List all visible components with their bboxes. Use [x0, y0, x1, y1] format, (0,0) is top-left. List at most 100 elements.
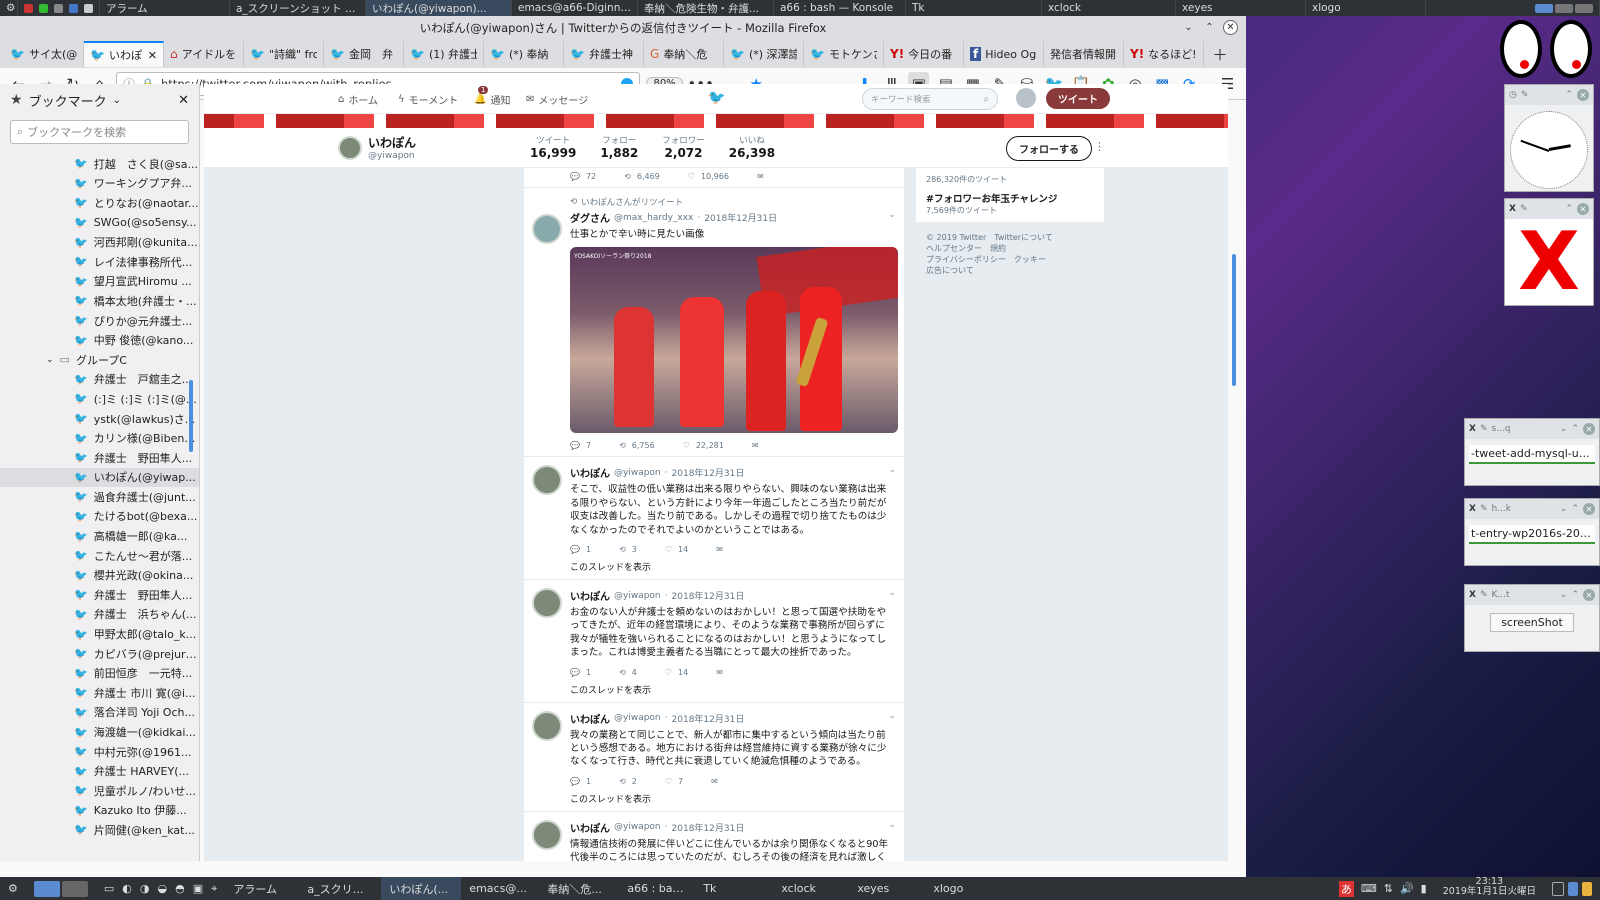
bookmark-item[interactable]: 🐦 過食弁護士(@junt...	[0, 487, 199, 507]
bookmark-item[interactable]: 🐦 弁護士 野田隼人...	[0, 585, 199, 605]
maximize-icon[interactable]: ⌃	[1565, 90, 1573, 100]
bookmark-item[interactable]: 🐦 高橋雄一郎(@ka...	[0, 526, 199, 546]
top-task-5[interactable]: a66 : bash — Konsole	[774, 0, 906, 16]
tweet-avatar[interactable]	[532, 588, 562, 619]
tab-9[interactable]: 🐦 (*) 深澤諒	[724, 41, 804, 67]
task-7[interactable]: xclock	[773, 877, 849, 900]
tab-10[interactable]: 🐦モトケンさ	[804, 41, 884, 67]
browser-icon[interactable]: ◑	[140, 882, 150, 895]
tk-titlebar[interactable]: X ✎ K...t ⌄ ⌃ ✕	[1465, 585, 1599, 605]
bookmark-item[interactable]: 🐦 櫻井光政(@okina...	[0, 565, 199, 585]
retweet-button[interactable]: ⟲ 2	[619, 777, 637, 786]
bookmark-item[interactable]: 🐦 カピバラ(@prejuri...	[0, 644, 199, 664]
tweet[interactable]: ⌄ いわぽん @yiwapon · 2018年12月31日 お金のない人が弁護士を頼め…	[524, 580, 904, 703]
nav-notifications[interactable]: 🔔 通知 1	[474, 86, 510, 107]
tweet-button[interactable]: ツイート	[1046, 88, 1110, 109]
stat-tweets[interactable]: ツイート 16,999	[530, 134, 576, 160]
network-icon[interactable]: ⇅	[1384, 882, 1393, 895]
task-2[interactable]: いわぽん(...	[381, 877, 462, 900]
tweet-retweeted[interactable]: ⟲ いわぽんさんがリツイート ⌄ ダグさん @max_hardy_xxx · 2018年…	[524, 188, 904, 458]
bookmark-item[interactable]: 🐦 片岡健(@ken_kat...	[0, 820, 199, 840]
footer-link[interactable]: Twitterについて	[994, 232, 1053, 243]
like-button[interactable]: ♡ 7	[665, 777, 683, 786]
twitter-bird-icon[interactable]: 🐦	[708, 90, 725, 106]
close-sidebar-icon[interactable]: ✕	[178, 93, 189, 108]
more-options-icon[interactable]: ⋮	[1094, 140, 1105, 153]
tweet-avatar[interactable]	[532, 819, 562, 850]
close-tab-icon[interactable]: ✕	[148, 49, 157, 62]
keyboard-icon[interactable]: ⌨	[1361, 882, 1377, 895]
like-button[interactable]: ♡ 14	[665, 668, 688, 677]
top-task-2[interactable]: いわぽん(@yiwapon)...	[366, 0, 512, 16]
ime-icon[interactable]: あ	[1338, 880, 1354, 897]
bookmark-item[interactable]: 🐦 落合洋司 Yoji Och...	[0, 703, 199, 723]
dm-button[interactable]: ✉	[716, 545, 723, 554]
nav-messages[interactable]: ✉ メッセージ	[526, 92, 588, 107]
maximize-icon[interactable]: ⌃	[1565, 204, 1573, 214]
follow-button[interactable]: フォローする	[1006, 136, 1092, 161]
footer-link[interactable]: プライバシーポリシー	[926, 254, 1006, 265]
pin-icon[interactable]: ✎	[1520, 204, 1528, 214]
top-task-3[interactable]: emacs@a66-Diginno...	[512, 0, 638, 16]
task-4[interactable]: 奉納＼危...	[539, 877, 619, 900]
pin-icon[interactable]: ✎	[1480, 590, 1488, 600]
bookmark-item[interactable]: 🐦 Kazuko Ito 伊藤...	[0, 801, 199, 821]
reply-button[interactable]: 💬 1	[570, 668, 591, 677]
launcher-icons[interactable]	[18, 0, 100, 16]
editor-icon[interactable]: ◒	[158, 882, 168, 895]
tweet-avatar[interactable]	[532, 465, 562, 496]
trend-item[interactable]: #フォロワーお年玉チャレンジ	[926, 191, 1094, 205]
close-icon[interactable]: ✕	[1583, 423, 1595, 435]
bookmark-item[interactable]: 🐦 SWGo(@so5ensy...	[0, 213, 199, 233]
maximize-icon[interactable]: ⌃	[1571, 590, 1579, 600]
maximize-icon[interactable]: ⌃	[1202, 20, 1217, 35]
reply-button[interactable]: 💬 7	[570, 441, 591, 450]
tweet[interactable]: ⌄ いわぽん @yiwapon · 2018年12月31日 情報通信技術の発展に伴いど…	[524, 812, 904, 861]
launcher-icons[interactable]: ▭ ◐ ◑ ◒ ◓ ▣ ⌖	[96, 877, 225, 900]
pin-icon[interactable]: ⌖	[211, 882, 217, 896]
bookmark-item[interactable]: 🐦 弁護士 市川 寛(@i...	[0, 683, 199, 703]
bookmark-item[interactable]: 🐦 カリン様(@Bibend...	[0, 428, 199, 448]
show-desktop-icon[interactable]	[1544, 877, 1600, 900]
kde-menu-icon[interactable]: ⚙	[0, 877, 26, 900]
top-task-7[interactable]: xclock	[1042, 0, 1176, 16]
like-button[interactable]: ♡ 14	[665, 545, 688, 554]
twitter-search-input[interactable]: キーワード検索 ⌕	[862, 88, 998, 110]
tab-6[interactable]: 🐦 (*) 奉納	[484, 41, 564, 67]
pager[interactable]	[26, 877, 96, 900]
minimize-icon[interactable]: ⌄	[1560, 424, 1568, 434]
bookmark-item[interactable]: 🐦 児童ポルノ/わいせ...	[0, 781, 199, 801]
tab-4[interactable]: 🐦 金岡 弁	[324, 41, 404, 67]
tab-13[interactable]: 発信者情報開	[1044, 41, 1124, 67]
minimize-icon[interactable]: ⌄	[1560, 504, 1568, 514]
tab-14[interactable]: Y! なるほど!	[1124, 41, 1204, 67]
bookmark-item[interactable]: 🐦 河西邦剛(@kunita...	[0, 232, 199, 252]
pin-icon[interactable]: ✎	[1480, 504, 1488, 514]
nav-home[interactable]: ⌂ ホーム	[338, 92, 378, 107]
bookmark-item[interactable]: 🐦 橋本太地(弁護士・...	[0, 291, 199, 311]
pin-icon[interactable]: ✎	[1521, 90, 1529, 100]
bookmark-item[interactable]: 🐦 弁護士 戸舘圭之...	[0, 370, 199, 390]
bookmark-item[interactable]: 🐦 海渡雄一(@kidkai...	[0, 722, 199, 742]
top-task-1[interactable]: a_スクリーンショット —...	[230, 0, 366, 16]
task-0[interactable]: アラーム	[225, 877, 299, 900]
pager[interactable]	[1529, 0, 1600, 16]
dm-button[interactable]: ✉	[711, 777, 718, 786]
chevron-down-icon[interactable]: ⌄	[888, 465, 896, 475]
stat-followers[interactable]: フォロワー 2,072	[662, 134, 705, 160]
app-icon[interactable]: ◓	[175, 882, 185, 895]
maximize-icon[interactable]: ⌃	[1571, 424, 1579, 434]
tab-2[interactable]: ⌂ アイドルを	[164, 41, 244, 67]
task-5[interactable]: a66 : bas...	[619, 877, 695, 900]
tab-11[interactable]: Y! 今日の番	[884, 41, 964, 67]
stat-likes[interactable]: いいね 26,398	[729, 134, 775, 160]
chevron-down-icon[interactable]: ⌄	[888, 210, 896, 220]
tk-entry[interactable]: -tweet-add-mysql-uniq.rb	[1469, 445, 1595, 464]
bookmark-item[interactable]: 🐦 ぴりか@元弁護士...	[0, 311, 199, 331]
tk-titlebar[interactable]: X ✎ s...q ⌄ ⌃ ✕	[1465, 419, 1599, 439]
bookmark-folder[interactable]: ⌄ ▭ グループC	[0, 350, 199, 370]
retweet-button[interactable]: ⟲ 6,469	[624, 172, 660, 181]
top-task-9[interactable]: xlogo	[1306, 0, 1426, 16]
bookmark-item[interactable]: 🐦 たけるbot(@bexa...	[0, 507, 199, 527]
page-scrollbar[interactable]	[1232, 254, 1236, 386]
